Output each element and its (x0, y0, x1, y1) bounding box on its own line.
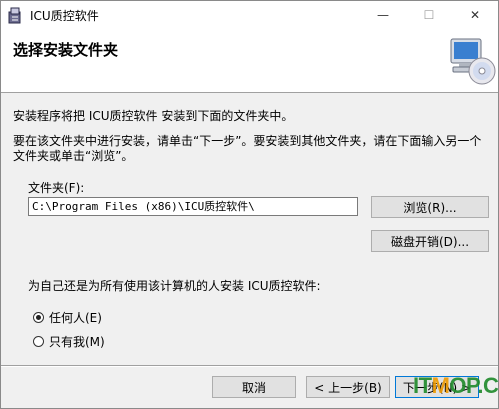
instructions-text: 要在该文件夹中进行安装，请单击“下一步”。要安装到其他文件夹，请在下面输入另一个… (13, 134, 482, 163)
disk-cost-button-label: 磁盘开销(D)... (390, 234, 470, 249)
radio-everyone[interactable]: 任何人(E) (33, 309, 102, 326)
radio-just-me-label: 只有我(M) (49, 335, 105, 349)
folder-path-input[interactable]: C:\Program Files (x86)\ICU质控软件\ (28, 197, 358, 216)
folder-label: 文件夹(F): (28, 181, 85, 195)
radio-unchecked-icon[interactable] (33, 336, 44, 347)
computer-cd-icon (450, 38, 496, 85)
watermark-suffix: OP.COM (449, 373, 499, 398)
minimize-icon: — (377, 8, 389, 22)
cancel-button-label: 取消 (241, 380, 266, 395)
intro-text: 安装程序将把 ICU质控软件 安装到下面的文件夹中。 (13, 109, 294, 123)
close-icon: ✕ (469, 8, 481, 22)
close-button[interactable]: ✕ (452, 1, 498, 29)
installer-package-icon (8, 7, 21, 24)
radio-everyone-label: 任何人(E) (49, 311, 102, 325)
footer-divider (1, 365, 498, 367)
minimize-button[interactable]: — (360, 1, 406, 29)
browse-button[interactable]: 浏览(R)... (371, 196, 489, 218)
title-bar[interactable]: ICU质控软件 — ☐ ✕ (1, 1, 498, 29)
page-title: 选择安装文件夹 (13, 41, 119, 59)
radio-checked-icon[interactable] (33, 312, 44, 323)
window-title: ICU质控软件 (30, 9, 99, 23)
back-button[interactable]: < 上一步(B) (306, 376, 390, 398)
watermark-prefix: IT (413, 373, 432, 398)
watermark-o: M (431, 373, 450, 398)
cancel-button[interactable]: 取消 (212, 376, 296, 398)
maximize-icon: ☐ (423, 8, 435, 22)
maximize-button[interactable]: ☐ (406, 1, 452, 29)
browse-button-label: 浏览(R)... (403, 200, 457, 215)
radio-just-me[interactable]: 只有我(M) (33, 333, 105, 350)
wizard-header: 选择安装文件夹 (1, 29, 498, 93)
installer-window: ICU质控软件 — ☐ ✕ 选择安装文件夹 安装程序将把 ICU质控软件 安装到… (0, 0, 499, 409)
disk-cost-button[interactable]: 磁盘开销(D)... (371, 230, 489, 252)
back-button-label: < 上一步(B) (314, 380, 382, 395)
watermark-logo: ITMOP.COM (413, 373, 499, 399)
install-for-question: 为自己还是为所有使用该计算机的人安装 ICU质控软件: (28, 279, 321, 293)
